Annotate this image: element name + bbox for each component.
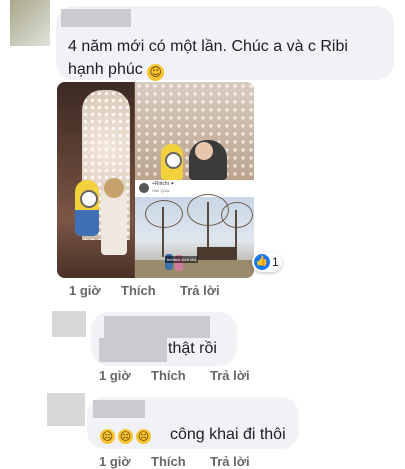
smile-emoji-icon: ☺ (147, 64, 165, 81)
comment-time[interactable]: 1 giờ (99, 454, 131, 469)
like-button[interactable]: Thích (121, 283, 156, 298)
photo-tag-label: behave dont shy (165, 256, 199, 263)
sad-emoji-icon: ☹ (136, 429, 151, 444)
post-author-name: +Ririchi ✦ (152, 181, 175, 187)
like-button[interactable]: Thích (151, 368, 186, 383)
sad-emoji-icon: ☹ (100, 429, 115, 444)
tree-trunk (162, 207, 164, 257)
comment-text: công khai đi thôi (170, 426, 286, 443)
commenter-name-redacted[interactable] (61, 9, 131, 27)
reply-button[interactable]: Trả lời (210, 368, 250, 383)
commenter-name-redacted[interactable] (104, 316, 210, 338)
minion-goggle-2 (165, 152, 182, 169)
like-button[interactable]: Thích (151, 454, 186, 469)
tree-canopy (221, 202, 253, 228)
tree-canopy (145, 200, 183, 228)
commenter-name-redacted[interactable] (93, 400, 145, 418)
person-hair (104, 178, 124, 198)
comment-time[interactable]: 1 giờ (99, 368, 131, 383)
comment-text: 4 năm mới có một lần. Chúc a và c Ribi h… (68, 38, 348, 81)
palace-building (197, 247, 237, 261)
comment-time[interactable]: 1 giờ (69, 283, 101, 298)
post-location: Hàn Quốc (152, 188, 171, 193)
commenter-avatar[interactable] (47, 393, 85, 426)
reaction-count: 1 (272, 255, 279, 269)
sad-emoji-group: ☹ ☹ ☹ (100, 425, 154, 444)
reply-button[interactable]: Trả lời (210, 454, 250, 469)
post-author-avatar (139, 183, 149, 193)
minion-overalls (75, 210, 99, 236)
minion-goggle (80, 190, 98, 208)
commenter-avatar[interactable] (52, 311, 86, 337)
attached-photo[interactable]: +Ririchi ✦ Hàn Quốc behave dont shy (57, 82, 254, 278)
sad-emoji-icon: ☹ (118, 429, 133, 444)
comment-text: thật rồi (168, 340, 217, 357)
man-face (195, 142, 213, 160)
reply-button[interactable]: Trả lời (180, 283, 220, 298)
comment-text-redacted (99, 338, 167, 362)
commenter-avatar[interactable] (10, 0, 50, 46)
thumbs-up-icon: 👍 (254, 254, 270, 270)
